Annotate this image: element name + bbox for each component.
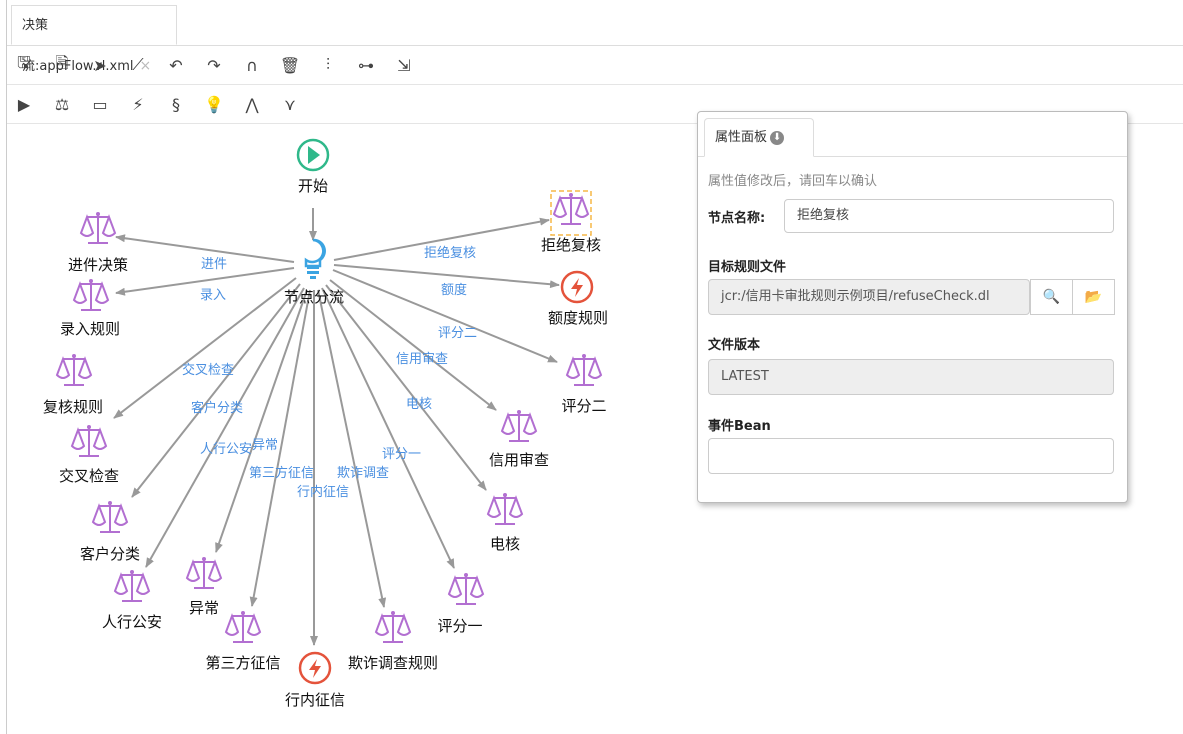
node-label: 录入规则 — [60, 320, 120, 338]
edge-qizha[interactable] — [317, 289, 387, 608]
scale-icon — [186, 556, 222, 589]
edge-label: 拒绝复核 — [424, 245, 476, 261]
scale-icon — [375, 610, 411, 643]
scale-icon — [114, 569, 150, 602]
node-name-field[interactable]: 拒绝复核 — [784, 199, 1114, 233]
rule-node-jiaocha[interactable]: 交叉检查 — [59, 424, 119, 485]
scale-icon — [225, 610, 261, 643]
split-node[interactable]: 节点分流 — [284, 238, 344, 306]
scale-icon — [566, 353, 602, 386]
edge-label: 第三方征信 — [249, 465, 314, 481]
node-label: 交叉检查 — [59, 467, 119, 485]
edge-label: 行内征信 — [297, 484, 349, 500]
lightbulb-icon — [304, 238, 326, 268]
rule-node-kehu[interactable]: 客户分类 — [80, 500, 140, 563]
node-label: 电核 — [490, 535, 520, 553]
edge-labels: 进件 录入 交叉检查 客户分类 人行公安 异常 第三方征信 行内征信 欺诈调查 … — [182, 245, 477, 500]
edge-xinyong[interactable] — [329, 279, 497, 411]
rule-node-disanfang[interactable]: 第三方征信 — [205, 610, 281, 672]
download-circle-icon[interactable]: ⬇ — [770, 130, 785, 145]
scale-icon — [56, 353, 92, 386]
edge-label: 录入 — [200, 288, 226, 303]
node-label: 信用审查 — [489, 451, 549, 469]
scale-icon — [487, 492, 523, 525]
rule-node-luru[interactable]: 录入规则 — [60, 278, 120, 338]
rule-node-jinjian[interactable]: 进件决策 — [68, 211, 128, 274]
property-hint: 属性值修改后，请回车以确认 — [708, 174, 878, 189]
edge-label: 异常 — [252, 438, 278, 453]
bolt-icon — [298, 651, 332, 685]
edge-label: 信用审查 — [396, 352, 448, 367]
rule-node-yichang[interactable]: 异常 — [186, 556, 222, 617]
rule-node-fuhe[interactable]: 复核规则 — [43, 353, 103, 416]
edge-label: 评分一 — [382, 447, 421, 462]
tab-property-panel[interactable]: 属性面板 ⬇ — [704, 118, 814, 157]
scale-icon — [73, 278, 109, 311]
action-node-hangnei[interactable]: 行内征信 — [285, 651, 345, 709]
rule-node-qizha[interactable]: 欺诈调查规则 — [348, 610, 438, 672]
edge-label: 人行公安 — [200, 442, 252, 457]
node-label: 额度规则 — [548, 309, 608, 327]
node-label: 评分一 — [437, 617, 482, 635]
rule-node-jujue[interactable]: 拒绝复核 — [541, 190, 601, 254]
search-icon: 🔍 — [1042, 289, 1061, 305]
edge-label: 欺诈调查 — [337, 466, 389, 481]
node-label: 第三方征信 — [205, 654, 280, 672]
scale-icon — [80, 211, 116, 244]
edge-label: 电核 — [406, 397, 432, 412]
node-name-label: 节点名称: — [708, 211, 766, 226]
edge-label: 客户分类 — [191, 400, 243, 416]
rule-node-dianhe[interactable]: 电核 — [487, 492, 523, 553]
rule-node-pingfen1[interactable]: 评分一 — [437, 572, 484, 635]
rule-node-renhang[interactable]: 人行公安 — [102, 569, 162, 631]
rule-node-pingfen2[interactable]: 评分二 — [561, 353, 607, 415]
event-bean-label: 事件Bean — [708, 419, 771, 434]
rule-node-xinyong[interactable]: 信用审查 — [489, 409, 549, 469]
node-label: 评分二 — [561, 397, 606, 415]
edge-pingfen1[interactable] — [321, 287, 455, 569]
scale-icon — [501, 409, 537, 442]
node-label: 复核规则 — [43, 398, 103, 416]
node-label: 人行公安 — [102, 613, 162, 631]
node-label: 节点分流 — [284, 288, 344, 306]
flow-edges — [113, 208, 560, 646]
node-label: 开始 — [298, 177, 328, 195]
scale-icon — [448, 572, 484, 605]
node-label: 欺诈调查规则 — [348, 654, 438, 672]
node-label: 客户分类 — [80, 545, 140, 563]
event-bean-field[interactable] — [708, 438, 1114, 474]
target-file-label: 目标规则文件 — [708, 260, 787, 275]
search-button[interactable]: 🔍 — [1030, 279, 1073, 315]
start-node[interactable]: 开始 — [296, 138, 330, 195]
node-label: 进件决策 — [68, 256, 128, 274]
node-label: 行内征信 — [285, 691, 345, 709]
scale-icon — [71, 424, 107, 457]
bolt-icon — [560, 270, 594, 304]
node-label: 异常 — [189, 599, 219, 617]
folder-open-icon: 📂 — [1084, 289, 1103, 305]
edge-label: 进件 — [201, 257, 227, 272]
property-panel: 属性面板 ⬇ 属性值修改后，请回车以确认 节点名称: 拒绝复核 目标规则文件 jc… — [697, 111, 1128, 503]
property-panel-title: 属性面板 — [715, 130, 768, 145]
edge-edu[interactable] — [333, 264, 560, 289]
target-file-field[interactable]: jcr:/信用卡审批规则示例项目/refuseCheck.dl — [708, 279, 1030, 315]
scale-icon — [553, 192, 589, 225]
action-node-edu[interactable]: 额度规则 — [548, 270, 608, 327]
version-field[interactable]: LATEST — [708, 359, 1114, 395]
property-panel-tabs: 属性面板 ⬇ — [698, 112, 1127, 157]
version-label: 文件版本 — [708, 338, 761, 353]
node-label: 拒绝复核 — [541, 236, 601, 254]
open-folder-button[interactable]: 📂 — [1072, 279, 1115, 315]
edge-label: 额度 — [441, 282, 467, 298]
scale-icon — [92, 500, 128, 533]
edge-label: 交叉检查 — [182, 362, 234, 378]
edge-label: 评分二 — [438, 326, 477, 341]
